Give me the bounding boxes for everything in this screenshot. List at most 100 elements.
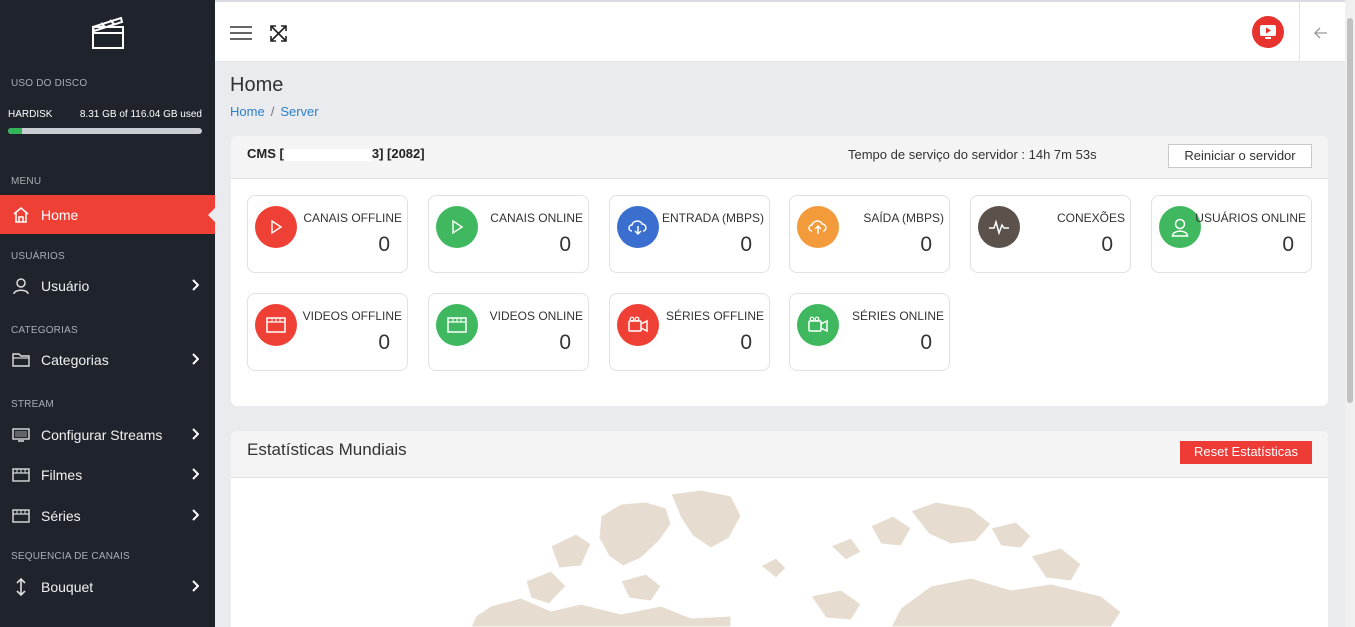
- sidebar-item-home[interactable]: Home: [0, 195, 215, 234]
- sidebar-item-label: Home: [41, 206, 79, 223]
- sidebar-item-bouquet[interactable]: Bouquet: [0, 567, 215, 606]
- topbar-divider: [1299, 2, 1300, 62]
- film-icon: [11, 506, 31, 526]
- sidebar: USO DO DISCO HARDISK 8.31 GB of 116.04 G…: [0, 0, 215, 627]
- sidebar-item-usuario[interactable]: Usuário: [0, 266, 215, 305]
- sort-vertical-icon: [11, 577, 31, 597]
- cloud-download-icon: [617, 206, 659, 248]
- stat-canais-online: CANAIS ONLINE 0: [428, 195, 589, 273]
- sidebar-item-categorias[interactable]: Categorias: [0, 340, 215, 379]
- reset-stats-button[interactable]: Reset Estatísticas: [1180, 441, 1312, 464]
- chevron-right-icon: [192, 428, 199, 440]
- categories-section-title: CATEGORIAS: [11, 325, 78, 336]
- page-scrollbar[interactable]: [1345, 0, 1355, 627]
- stat-value: 0: [378, 233, 390, 256]
- folder-icon: [11, 350, 31, 370]
- server-card-header: CMS [3] [2082] Tempo de serviço do servi…: [231, 136, 1328, 179]
- stat-value: 0: [740, 233, 752, 256]
- server-card: CMS [3] [2082] Tempo de serviço do servi…: [231, 136, 1328, 406]
- breadcrumb-home[interactable]: Home: [230, 104, 265, 119]
- server-uptime: Tempo de serviço do servidor : 14h 7m 53…: [848, 147, 1097, 162]
- chevron-right-icon: [192, 353, 199, 365]
- user-icon: [11, 276, 31, 296]
- world-stats-header: Estatísticas Mundiais Reset Estatísticas: [231, 431, 1328, 478]
- sidebar-item-label: Filmes: [41, 466, 83, 483]
- stream-section-title: STREAM: [11, 399, 54, 410]
- stat-value: 0: [920, 233, 932, 256]
- home-icon: [11, 205, 31, 225]
- stat-value: 0: [559, 233, 571, 256]
- sidebar-item-filmes[interactable]: Filmes: [0, 455, 215, 494]
- video-camera-icon: [797, 304, 839, 346]
- stat-canais-offline: CANAIS OFFLINE 0: [247, 195, 408, 273]
- disk-section-title: USO DO DISCO: [11, 78, 88, 89]
- stat-value: 0: [1101, 233, 1113, 256]
- breadcrumb-server[interactable]: Server: [280, 104, 318, 119]
- stat-label: ENTRADA (MBPS): [661, 211, 764, 225]
- monitor-icon: [11, 425, 31, 445]
- stat-label: CANAIS ONLINE: [490, 211, 583, 225]
- chevron-right-icon: [192, 468, 199, 480]
- stat-label: SÉRIES ONLINE: [851, 309, 944, 323]
- sidebar-item-configurar-streams[interactable]: Configurar Streams: [0, 415, 215, 454]
- video-camera-icon: [617, 304, 659, 346]
- stat-label: CONEXÕES: [1056, 211, 1125, 225]
- youtube-icon[interactable]: [1252, 16, 1284, 48]
- stat-label: CANAIS OFFLINE: [303, 211, 402, 225]
- stat-value: 0: [920, 331, 932, 354]
- menu-section-title: MENU: [11, 176, 42, 187]
- sidebar-item-label: Bouquet: [41, 578, 94, 595]
- sidebar-item-label: Usuário: [41, 277, 90, 294]
- disk-label: HARDISK: [8, 109, 53, 120]
- disk-usage: USO DO DISCO HARDISK 8.31 GB of 116.04 G…: [0, 78, 215, 134]
- channels-section-title: SEQUENCIA DE CANAIS: [11, 551, 130, 562]
- redacted-ip: [283, 148, 372, 161]
- film-icon: [255, 304, 297, 346]
- stat-value: 0: [559, 331, 571, 354]
- logo[interactable]: [0, 0, 215, 62]
- expand-icon[interactable]: [270, 25, 287, 42]
- stat-value: 0: [740, 331, 752, 354]
- stat-label: SÉRIES OFFLINE: [665, 309, 764, 323]
- chevron-right-icon: [192, 279, 199, 291]
- cloud-upload-icon: [797, 206, 839, 248]
- stat-label: VIDEOS ONLINE: [489, 309, 583, 323]
- arrow-left-icon[interactable]: [1314, 27, 1328, 39]
- breadcrumb: Home / Server: [230, 104, 319, 119]
- stat-entrada: ENTRADA (MBPS) 0: [609, 195, 770, 273]
- disk-progress-fill: [8, 128, 22, 134]
- page-title: Home: [230, 74, 284, 96]
- stat-label: USUÁRIOS ONLINE: [1195, 211, 1306, 225]
- chevron-right-icon: [192, 580, 199, 592]
- stat-saida: SAÍDA (MBPS) 0: [789, 195, 950, 273]
- server-cms-label: CMS [3] [2082]: [247, 146, 425, 161]
- breadcrumb-separator: /: [270, 104, 275, 119]
- sidebar-item-label: Configurar Streams: [41, 426, 163, 443]
- stat-conexoes: CONEXÕES 0: [970, 195, 1131, 273]
- film-icon: [11, 465, 31, 485]
- activity-icon: [978, 206, 1020, 248]
- stat-videos-offline: VIDEOS OFFLINE 0: [247, 293, 408, 371]
- stat-series-online: SÉRIES ONLINE 0: [789, 293, 950, 371]
- world-stats-title: Estatísticas Mundiais: [247, 440, 407, 459]
- restart-server-button[interactable]: Reiniciar o servidor: [1168, 144, 1312, 168]
- users-section-title: USUÁRIOS: [11, 251, 65, 262]
- stat-videos-online: VIDEOS ONLINE 0: [428, 293, 589, 371]
- stat-label: SAÍDA (MBPS): [863, 211, 944, 225]
- stat-value: 0: [1282, 233, 1294, 256]
- stat-usuarios-online: USUÁRIOS ONLINE 0: [1151, 195, 1312, 273]
- sidebar-item-series[interactable]: Séries: [0, 496, 215, 535]
- scrollbar-thumb[interactable]: [1347, 18, 1353, 403]
- clapperboard-icon: [91, 16, 124, 49]
- sidebar-item-label: Séries: [41, 507, 81, 524]
- play-icon: [255, 206, 297, 248]
- world-stats-card: Estatísticas Mundiais Reset Estatísticas: [231, 431, 1328, 627]
- hamburger-icon[interactable]: [230, 25, 252, 41]
- cms-port: 3] [2082]: [371, 146, 425, 161]
- world-map[interactable]: [431, 486, 1151, 627]
- stat-series-offline: SÉRIES OFFLINE 0: [609, 293, 770, 371]
- stat-value: 0: [378, 331, 390, 354]
- top-bar: [215, 0, 1345, 62]
- play-icon: [436, 206, 478, 248]
- disk-used-text: 8.31 GB of 116.04 GB used: [79, 109, 202, 120]
